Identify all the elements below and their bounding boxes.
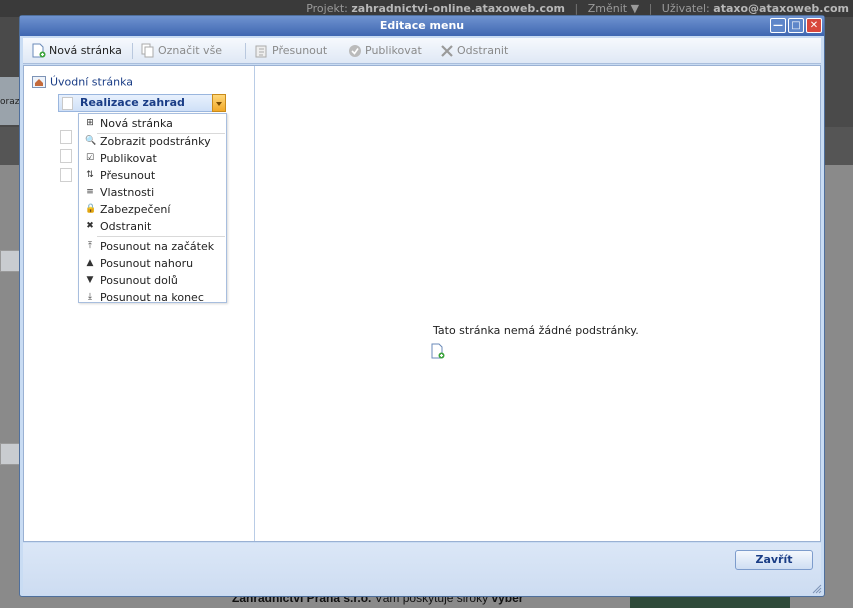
menu-item-label: Nová stránka — [100, 117, 173, 130]
page-icon — [60, 130, 72, 144]
menu-item-publish[interactable]: ☑ Publikovat — [79, 150, 226, 167]
user-value: ataxo@ataxoweb.com — [713, 2, 849, 15]
resize-grip-icon[interactable] — [810, 582, 822, 594]
menu-item-label: Přesunout — [100, 169, 156, 182]
page-icon — [60, 149, 72, 163]
project-label: Projekt: — [306, 2, 348, 15]
user-label: Uživatel: — [661, 2, 710, 15]
zoom-icon: 🔍 — [85, 136, 97, 146]
delete-label: Odstranit — [457, 44, 509, 57]
lock-icon: 🔒 — [85, 204, 97, 214]
move-icon — [255, 45, 267, 57]
maximize-button[interactable]: □ — [788, 18, 804, 33]
new-page-button[interactable]: Nová stránka — [32, 38, 122, 64]
page-icon — [62, 97, 73, 110]
add-icon: ⊞ — [86, 118, 94, 128]
select-all-label: Označit vše — [158, 44, 223, 57]
toolbar-divider — [132, 43, 133, 59]
new-page-icon — [32, 43, 46, 57]
dialog-title: Editace menu — [379, 19, 465, 32]
background-image-icon — [0, 250, 20, 272]
tree-root-node[interactable]: Úvodní stránka — [32, 75, 133, 89]
close-button[interactable]: Zavřít — [735, 550, 813, 570]
dialog-titlebar[interactable]: Editace menu — □ ✕ — [20, 16, 824, 36]
menu-item-label: Zabezpečení — [100, 203, 171, 216]
menu-divider — [97, 236, 225, 237]
move-button[interactable]: Přesunout — [255, 38, 327, 64]
menu-editor-dialog: Editace menu — □ ✕ Nová stránka Označit … — [19, 15, 825, 597]
publish-icon — [349, 44, 361, 57]
menu-item-label: Vlastnosti — [100, 186, 155, 199]
menu-item-delete[interactable]: ✖ Odstranit — [79, 218, 226, 235]
move-arrows-icon: ⇅ — [86, 170, 94, 180]
checkbox-icon: ☑ — [85, 153, 95, 163]
publish-button[interactable]: Publikovat — [348, 38, 422, 64]
menu-item-label: Posunout nahoru — [100, 257, 194, 270]
close-window-button[interactable]: ✕ — [806, 18, 822, 33]
menu-item-label: Publikovat — [100, 152, 157, 165]
menu-item-properties[interactable]: ≡ Vlastnosti — [79, 184, 226, 201]
menu-item-move-up[interactable]: ▲ Posunout nahoru — [79, 255, 226, 272]
menu-item-label: Posunout na konec — [100, 291, 204, 304]
background-thumb-text: oraz — [0, 97, 20, 107]
tree-root-label: Úvodní stránka — [50, 75, 133, 89]
background-photo — [630, 596, 790, 608]
node-menu-dropdown-button[interactable] — [212, 94, 226, 112]
menu-item-label: Posunout dolů — [100, 274, 178, 287]
menu-item-label: Odstranit — [100, 220, 152, 233]
tree-node-selected[interactable]: Realizace zahrad — [58, 94, 226, 112]
node-context-menu: ⊞ Nová stránka 🔍 Zobrazit podstránky ☑ P… — [78, 113, 227, 306]
tree-node-label: Realizace zahrad — [80, 96, 185, 109]
menu-item-label: Zobrazit podstránky — [100, 135, 211, 148]
dialog-content: Úvodní stránka Realizace zahrad ⊞ Nová s… — [23, 65, 821, 542]
menu-item-move-to-end[interactable]: ⤓ Posunout na konec — [79, 289, 226, 306]
delete-button[interactable]: Odstranit — [440, 38, 508, 64]
background-image-icon — [0, 443, 20, 465]
delete-icon — [441, 44, 453, 57]
publish-label: Publikovat — [365, 44, 422, 57]
select-all-icon — [141, 43, 154, 57]
change-project-link[interactable]: Změnit ▼ — [588, 2, 639, 15]
divider: | — [574, 2, 579, 15]
toolbar-divider — [245, 43, 246, 59]
minimize-button[interactable]: — — [770, 18, 786, 33]
add-page-icon[interactable] — [431, 343, 445, 359]
move-last-icon: ⤓ — [88, 292, 92, 302]
page-icon — [60, 168, 72, 182]
menu-item-move-to-start[interactable]: ⤒ Posunout na začátek — [79, 238, 226, 255]
new-page-label: Nová stránka — [49, 44, 122, 57]
move-label: Přesunout — [272, 44, 328, 57]
home-icon — [32, 76, 46, 88]
page-tree: Úvodní stránka Realizace zahrad ⊞ Nová s… — [24, 66, 255, 541]
toolbar: Nová stránka Označit vše Přesunout Publi… — [23, 38, 821, 64]
divider: | — [648, 2, 653, 15]
arrow-down-icon: ▼ — [86, 275, 94, 285]
subpages-pane: Tato stránka nemá žádné podstránky. — [256, 66, 820, 541]
delete-icon: ✖ — [86, 221, 94, 231]
empty-state-message: Tato stránka nemá žádné podstránky. — [433, 324, 639, 337]
arrow-up-icon: ▲ — [86, 258, 94, 268]
properties-icon: ≡ — [86, 187, 94, 197]
menu-item-move-down[interactable]: ▼ Posunout dolů — [79, 272, 226, 289]
dialog-footer: Zavřít — [23, 543, 821, 595]
menu-item-new-page[interactable]: ⊞ Nová stránka — [79, 115, 226, 132]
project-link[interactable]: zahradnictvi-online.ataxoweb.com — [351, 2, 565, 15]
select-all-button[interactable]: Označit vše — [141, 38, 222, 64]
menu-item-label: Posunout na začátek — [100, 240, 215, 253]
menu-item-show-subpages[interactable]: 🔍 Zobrazit podstránky — [79, 133, 226, 150]
move-first-icon: ⤒ — [88, 241, 92, 251]
menu-item-move[interactable]: ⇅ Přesunout — [79, 167, 226, 184]
menu-item-security[interactable]: 🔒 Zabezpečení — [79, 201, 226, 218]
